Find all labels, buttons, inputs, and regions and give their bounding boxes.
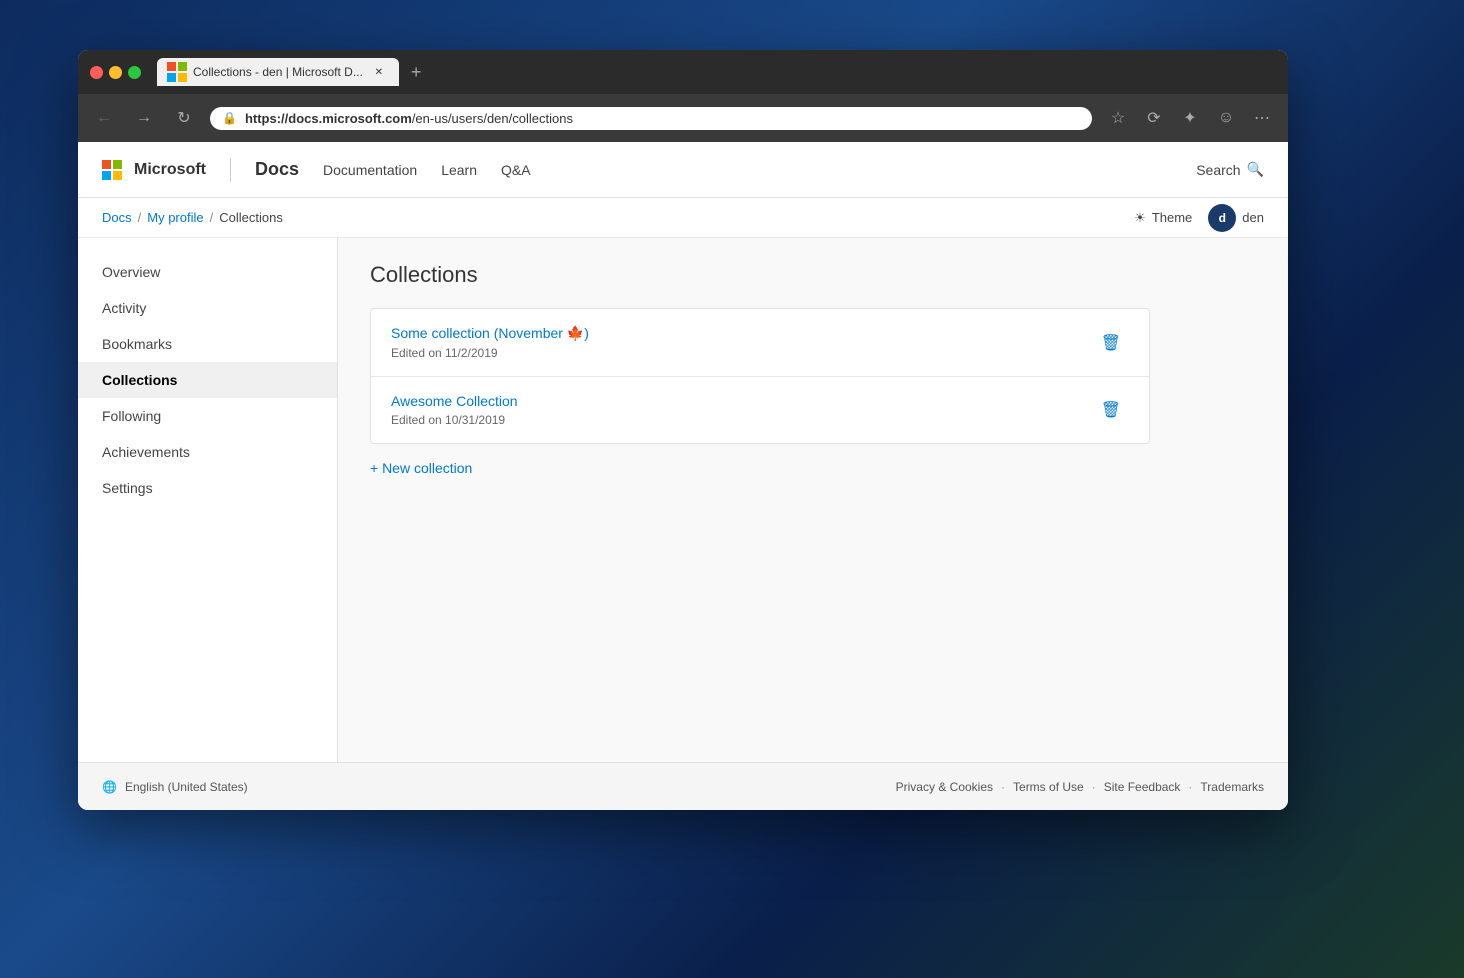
refresh-button[interactable]: ↻	[170, 104, 198, 132]
tab-close-button[interactable]: ✕	[371, 64, 387, 80]
docs-label[interactable]: Docs	[255, 159, 299, 180]
sidebar-item-collections[interactable]: Collections	[78, 362, 337, 398]
new-tab-button[interactable]: +	[403, 58, 430, 87]
tab-title: Collections - den | Microsoft D...	[193, 65, 363, 79]
breadcrumb: Docs / My profile / Collections	[102, 210, 283, 225]
delete-collection-2-button[interactable]: 🗑	[1093, 396, 1129, 424]
footer: 🌐 English (United States) Privacy & Cook…	[78, 762, 1288, 810]
nav-learn[interactable]: Learn	[441, 162, 477, 178]
maximize-window-button[interactable]	[128, 66, 141, 79]
sun-icon: ☀	[1134, 210, 1146, 226]
top-nav: Microsoft Docs Documentation Learn Q&A S…	[78, 142, 1288, 198]
ms-logo-blue	[102, 171, 111, 180]
url-host: https://docs.microsoft.com	[245, 111, 412, 126]
footer-terms[interactable]: Terms of Use	[1013, 780, 1084, 794]
search-button[interactable]: Search 🔍	[1196, 161, 1264, 178]
breadcrumb-bar: Docs / My profile / Collections ☀ Theme …	[78, 198, 1288, 238]
browser-tab-active[interactable]: Collections - den | Microsoft D... ✕	[157, 58, 399, 86]
brand-name: Microsoft	[134, 161, 206, 179]
profile-icon[interactable]: ☺	[1212, 104, 1240, 132]
brand-divider	[230, 158, 231, 182]
forward-button[interactable]: →	[130, 104, 158, 132]
locale-label: English (United States)	[125, 780, 248, 794]
lock-icon: 🔒	[222, 111, 237, 125]
address-input-wrap[interactable]: 🔒 https://docs.microsoft.com/en-us/users…	[210, 107, 1092, 130]
title-bar: Collections - den | Microsoft D... ✕ +	[78, 50, 1288, 94]
new-collection-button[interactable]: + New collection	[370, 460, 1256, 476]
ms-logo-blue	[167, 73, 176, 82]
sidebar-item-overview[interactable]: Overview	[78, 254, 337, 290]
breadcrumb-sep-2: /	[210, 210, 214, 225]
search-icon: 🔍	[1247, 161, 1264, 178]
main-content: Collections Some collection (November 🍁)…	[338, 238, 1288, 762]
collection-name-2[interactable]: Awesome Collection	[391, 393, 518, 409]
ms-logo-green	[178, 62, 187, 71]
footer-sep-3: ·	[1188, 780, 1192, 794]
page-title: Collections	[370, 262, 1256, 288]
sidebar-item-activity[interactable]: Activity	[78, 290, 337, 326]
collections-icon[interactable]: ✦	[1176, 104, 1204, 132]
footer-sep-2: ·	[1092, 780, 1096, 794]
close-window-button[interactable]	[90, 66, 103, 79]
minimize-window-button[interactable]	[109, 66, 122, 79]
footer-links: Privacy & Cookies · Terms of Use · Site …	[896, 780, 1264, 794]
ms-logo-small	[167, 62, 187, 82]
breadcrumb-sep-1: /	[138, 210, 142, 225]
footer-trademarks[interactable]: Trademarks	[1200, 780, 1264, 794]
sidebar-item-bookmarks[interactable]: Bookmarks	[78, 326, 337, 362]
theme-button[interactable]: ☀ Theme	[1134, 210, 1192, 226]
avatar: d	[1208, 204, 1236, 232]
address-bar: ← → ↻ 🔒 https://docs.microsoft.com/en-us…	[78, 94, 1288, 142]
footer-privacy[interactable]: Privacy & Cookies	[896, 780, 993, 794]
theme-label: Theme	[1152, 210, 1192, 225]
ms-logo-red	[167, 62, 176, 71]
collection-item-1: Some collection (November 🍁) Edited on 1…	[371, 309, 1149, 377]
user-profile-area[interactable]: d den	[1208, 204, 1264, 232]
sidebar-item-following[interactable]: Following	[78, 398, 337, 434]
collection-meta-2: Edited on 10/31/2019	[391, 413, 518, 427]
collection-info-1: Some collection (November 🍁) Edited on 1…	[391, 325, 589, 360]
collection-info-2: Awesome Collection Edited on 10/31/2019	[391, 393, 518, 427]
search-label: Search	[1196, 162, 1240, 178]
ms-logo-red	[102, 160, 111, 169]
refresh-icon[interactable]: ⟳	[1140, 104, 1168, 132]
back-button[interactable]: ←	[90, 104, 118, 132]
breadcrumb-actions: ☀ Theme d den	[1134, 204, 1264, 232]
ms-logo-green	[113, 160, 122, 169]
nav-documentation[interactable]: Documentation	[323, 162, 417, 178]
ms-logo-yellow	[178, 73, 187, 82]
sidebar-item-settings[interactable]: Settings	[78, 470, 337, 506]
footer-sep-1: ·	[1001, 780, 1005, 794]
main-layout: Overview Activity Bookmarks Collections …	[78, 238, 1288, 762]
sidebar-item-achievements[interactable]: Achievements	[78, 434, 337, 470]
delete-collection-1-button[interactable]: 🗑	[1093, 329, 1129, 357]
page-content: Microsoft Docs Documentation Learn Q&A S…	[78, 142, 1288, 810]
ms-logo	[102, 160, 122, 180]
toolbar-icons: ☆ ⟳ ✦ ☺ ⋯	[1104, 104, 1276, 132]
nav-qa[interactable]: Q&A	[501, 162, 531, 178]
browser-window: Collections - den | Microsoft D... ✕ + ←…	[78, 50, 1288, 810]
address-text: https://docs.microsoft.com/en-us/users/d…	[245, 111, 1080, 126]
nav-links: Documentation Learn Q&A	[323, 162, 1196, 178]
globe-icon: 🌐	[102, 780, 117, 794]
sidebar: Overview Activity Bookmarks Collections …	[78, 238, 338, 762]
collection-meta-1: Edited on 11/2/2019	[391, 346, 589, 360]
tab-favicon	[169, 64, 185, 80]
tab-bar: Collections - den | Microsoft D... ✕ +	[157, 58, 1276, 87]
footer-feedback[interactable]: Site Feedback	[1104, 780, 1181, 794]
collections-card: Some collection (November 🍁) Edited on 1…	[370, 308, 1150, 444]
url-path: /en-us/users/den/collections	[412, 111, 573, 126]
user-name: den	[1242, 210, 1264, 225]
breadcrumb-docs[interactable]: Docs	[102, 210, 132, 225]
breadcrumb-my-profile[interactable]: My profile	[147, 210, 203, 225]
brand: Microsoft Docs	[102, 158, 299, 182]
bookmark-icon[interactable]: ☆	[1104, 104, 1132, 132]
ms-logo-yellow	[113, 171, 122, 180]
breadcrumb-current: Collections	[219, 210, 283, 225]
footer-locale: 🌐 English (United States)	[102, 780, 248, 794]
more-menu-icon[interactable]: ⋯	[1248, 104, 1276, 132]
collection-name-1[interactable]: Some collection (November 🍁)	[391, 325, 589, 342]
collection-item-2: Awesome Collection Edited on 10/31/2019 …	[371, 377, 1149, 443]
traffic-lights	[90, 66, 141, 79]
